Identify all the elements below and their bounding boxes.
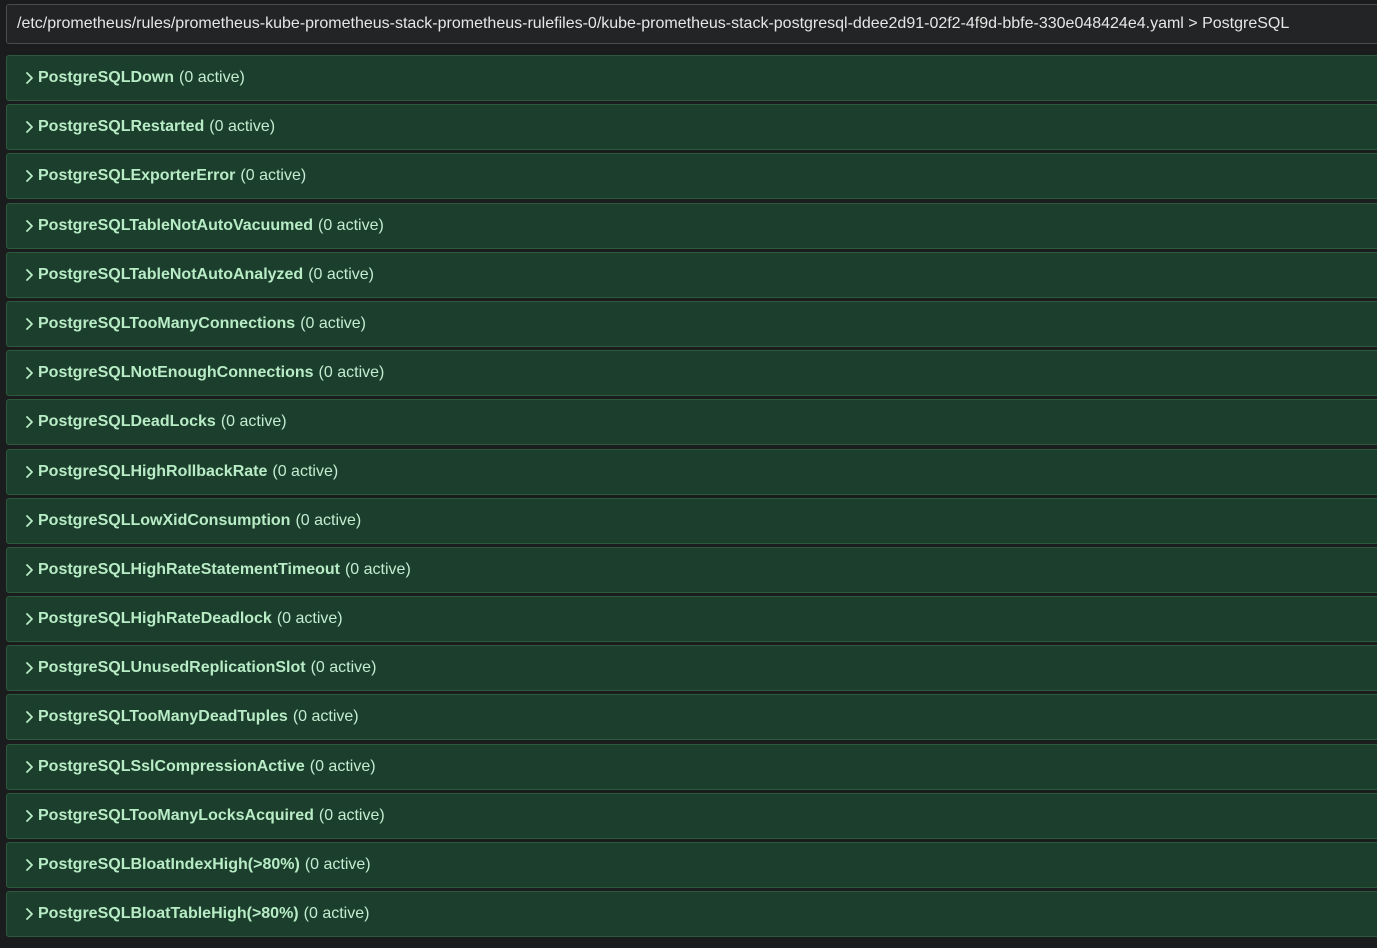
alert-rule-name: PostgreSQLBloatTableHigh(>80%) [38, 905, 299, 923]
chevron-right-icon [23, 709, 37, 725]
alert-rule-item[interactable]: PostgreSQLSslCompressionActive (0 active… [6, 743, 1377, 790]
chevron-right-icon [23, 70, 37, 86]
alert-rule-active-count: (0 active) [308, 265, 374, 283]
alert-rule-name: PostgreSQLLowXidConsumption [38, 511, 291, 529]
alert-rule-active-count: (0 active) [309, 757, 376, 775]
alert-rule-item[interactable]: PostgreSQLTableNotAutoVacuumed (0 active… [6, 202, 1377, 249]
alert-rule-name: PostgreSQLTooManyDeadTuples [38, 708, 288, 726]
alert-rule-active-count: (0 active) [295, 511, 362, 529]
alert-rule-active-count: (0 active) [272, 462, 339, 480]
alert-rule-item[interactable]: PostgreSQLTooManyDeadTuples (0 active) [6, 694, 1377, 741]
alert-rule-name: PostgreSQLBloatIndexHigh(>80%) [38, 856, 300, 873]
alert-rule-name: PostgreSQLExporterError [38, 167, 236, 185]
chevron-right-icon [23, 906, 37, 922]
alert-rule-item[interactable]: PostgreSQLUnusedReplicationSlot (0 activ… [6, 645, 1377, 692]
chevron-right-icon [23, 562, 37, 578]
alert-rule-active-count: (0 active) [220, 413, 287, 431]
alert-rule-name: PostgreSQLNotEnoughConnections [38, 364, 314, 382]
alert-rule-name: PostgreSQLTooManyConnections [38, 314, 296, 332]
chevron-right-icon [23, 464, 37, 480]
alert-rule-active-count: (0 active) [303, 905, 370, 923]
alert-rule-active-count: (0 active) [209, 118, 276, 136]
alert-rule-active-count: (0 active) [300, 314, 366, 332]
rule-group-header: /etc/prometheus/rules/prometheus-kube-pr… [6, 4, 1377, 44]
chevron-right-icon [23, 119, 37, 135]
chevron-right-icon [23, 316, 37, 332]
rule-group-title: /etc/prometheus/rules/prometheus-kube-pr… [17, 15, 1290, 32]
chevron-right-icon [23, 365, 37, 381]
alert-rule-name: PostgreSQLDown [38, 69, 175, 86]
chevron-right-icon [23, 218, 37, 234]
alert-rule-active-count: (0 active) [318, 364, 385, 382]
chevron-right-icon [23, 857, 37, 873]
alert-rule-active-count: (0 active) [292, 708, 359, 726]
alert-rule-name: PostgreSQLRestarted [38, 118, 205, 136]
alert-rule-item[interactable]: PostgreSQLDeadLocks (0 active) [6, 399, 1377, 446]
alert-rule-active-count: (0 active) [240, 167, 307, 185]
alert-rule-name: PostgreSQLTableNotAutoAnalyzed [38, 265, 304, 283]
chevron-right-icon [23, 611, 37, 627]
alert-rule-active-count: (0 active) [318, 806, 385, 824]
alert-rule-active-count: (0 active) [179, 69, 245, 86]
alert-rule-item[interactable]: PostgreSQLHighRateDeadlock (0 active) [6, 596, 1377, 643]
alert-rule-name: PostgreSQLHighRateDeadlock [38, 610, 272, 628]
alert-rule-active-count: (0 active) [318, 216, 384, 234]
alerts-page: /etc/prometheus/rules/prometheus-kube-pr… [0, 0, 1377, 948]
alert-rule-item[interactable]: PostgreSQLRestarted (0 active) [6, 104, 1377, 151]
alert-rule-item[interactable]: PostgreSQLTableNotAutoAnalyzed (0 active… [6, 251, 1377, 298]
alert-rule-name: PostgreSQLHighRateStatementTimeout [38, 560, 340, 578]
chevron-right-icon [23, 414, 37, 430]
chevron-right-icon [23, 267, 37, 283]
alert-rule-item[interactable]: PostgreSQLBloatIndexHigh(>80%) (0 active… [6, 842, 1377, 888]
alert-rule-item[interactable]: PostgreSQLBloatTableHigh(>80%) (0 active… [6, 891, 1377, 938]
alert-rule-name: PostgreSQLTooManyLocksAcquired [38, 806, 314, 824]
alert-rule-item[interactable]: PostgreSQLLowXidConsumption (0 active) [6, 497, 1377, 544]
alert-rule-active-count: (0 active) [310, 659, 377, 677]
alert-rule-name: PostgreSQLSslCompressionActive [38, 757, 305, 775]
alert-rule-item[interactable]: PostgreSQLHighRateStatementTimeout (0 ac… [6, 546, 1377, 593]
alert-rule-item[interactable]: PostgreSQLExporterError (0 active) [6, 153, 1377, 200]
chevron-right-icon [23, 660, 37, 676]
chevron-right-icon [23, 759, 37, 775]
alert-rule-active-count: (0 active) [344, 560, 411, 578]
alert-rule-name: PostgreSQLTableNotAutoVacuumed [38, 216, 313, 234]
alert-rule-list: PostgreSQLDown (0 active) PostgreSQLRest… [6, 55, 1377, 940]
alert-rule-item[interactable]: PostgreSQLTooManyLocksAcquired (0 active… [6, 792, 1377, 839]
alert-rule-item[interactable]: PostgreSQLDown (0 active) [6, 55, 1377, 101]
chevron-right-icon [23, 513, 37, 529]
alert-rule-name: PostgreSQLHighRollbackRate [38, 462, 268, 480]
alert-rule-active-count: (0 active) [304, 856, 371, 873]
alert-rule-item[interactable]: PostgreSQLHighRollbackRate (0 active) [6, 448, 1377, 495]
chevron-right-icon [23, 168, 37, 184]
chevron-right-icon [23, 808, 37, 824]
alert-rule-active-count: (0 active) [276, 610, 343, 628]
alert-rule-item[interactable]: PostgreSQLNotEnoughConnections (0 active… [6, 350, 1377, 397]
alert-rule-name: PostgreSQLUnusedReplicationSlot [38, 659, 306, 677]
alert-rule-name: PostgreSQLDeadLocks [38, 413, 216, 431]
alert-rule-item[interactable]: PostgreSQLTooManyConnections (0 active) [6, 300, 1377, 347]
